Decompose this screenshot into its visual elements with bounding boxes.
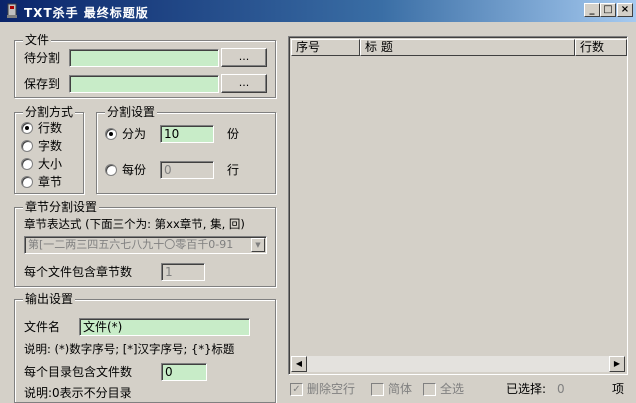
radio-chars[interactable] [21, 140, 33, 152]
select-all-label: 全选 [440, 382, 465, 396]
selected-count-label: 已选择: [506, 382, 547, 396]
app-icon [7, 3, 17, 18]
file-group: 文件 待分割 ... 保存到 ... [14, 33, 276, 98]
split-settings-legend: 分割设置 [105, 105, 158, 119]
radio-chapter-label: 章节 [38, 175, 63, 189]
selected-unit-label: 项 [612, 382, 625, 396]
output-group: 输出设置 文件名 文件(*) 说明: (*)数字序号; [*]汉字序号; {*}… [14, 292, 276, 403]
browse-save-button[interactable]: ... [221, 74, 267, 93]
chapters-per-file-input[interactable]: 1 [161, 263, 205, 281]
chevron-down-icon[interactable]: ▼ [251, 238, 265, 252]
chapter-expr-value: 第[一二两三四五六七八九十〇零百千0-91 [28, 238, 234, 251]
save-label: 保存到 [24, 77, 61, 91]
split-lines-label: 每份 [122, 163, 147, 177]
column-header-title[interactable]: 标 题 [360, 39, 575, 56]
radio-lines[interactable] [21, 122, 33, 134]
source-file-input[interactable] [69, 49, 219, 67]
maximize-button[interactable]: □ [600, 3, 616, 17]
filename-label: 文件名 [24, 320, 61, 334]
chapter-group: 章节分割设置 章节表达式 (下面三个为: 第xx章节, 集, 回) 第[一二两三… [14, 200, 276, 287]
chapter-list[interactable]: 序号 标 题 行数 ◀ ▶ [288, 36, 628, 375]
select-all-checkbox[interactable] [423, 383, 436, 396]
filename-input[interactable]: 文件(*) [79, 318, 250, 336]
delete-empty-lines-checkbox[interactable]: ✓ [290, 383, 303, 396]
files-per-dir-desc: 说明:0表示不分目录 [24, 386, 132, 400]
filename-desc: 说明: (*)数字序号; [*]汉字序号; {*}标题 [24, 342, 235, 356]
window-title: TXT杀手 最终标题版 [24, 6, 149, 20]
browse-source-button[interactable]: ... [221, 48, 267, 67]
lines-unit-label: 行 [227, 163, 240, 177]
chapter-expr-combo[interactable]: 第[一二两三四五六七八九十〇零百千0-91 ▼ [24, 236, 267, 254]
horizontal-scrollbar[interactable]: ◀ ▶ [291, 356, 625, 372]
chapter-expr-label: 章节表达式 (下面三个为: 第xx章节, 集, 回) [24, 217, 245, 231]
radio-split-lines[interactable] [105, 164, 117, 176]
radio-split-parts[interactable] [105, 128, 117, 140]
selected-count-value: 0 [557, 382, 565, 396]
file-group-legend: 文件 [23, 33, 52, 47]
radio-chars-label: 字数 [38, 139, 63, 153]
scroll-right-icon[interactable]: ▶ [609, 356, 625, 372]
close-button[interactable]: × [617, 3, 633, 17]
split-mode-group: 分割方式 行数 字数 大小 章节 [14, 105, 84, 194]
delete-empty-lines-label: 删除空行 [307, 382, 356, 396]
radio-chapter[interactable] [21, 176, 33, 188]
column-header-lines[interactable]: 行数 [575, 39, 627, 56]
save-path-input[interactable] [69, 75, 219, 93]
files-per-dir-label: 每个目录包含文件数 [24, 365, 133, 379]
split-mode-legend: 分割方式 [23, 105, 76, 119]
column-header-index[interactable]: 序号 [291, 39, 360, 56]
simplified-label: 简体 [388, 382, 413, 396]
radio-size[interactable] [21, 158, 33, 170]
split-settings-group: 分割设置 分为 10 份 每份 0 行 [96, 105, 276, 194]
output-legend: 输出设置 [23, 292, 76, 306]
parts-count-input[interactable]: 10 [160, 125, 214, 143]
minimize-button[interactable]: _ [584, 3, 600, 17]
scroll-left-icon[interactable]: ◀ [291, 356, 307, 372]
radio-lines-label: 行数 [38, 121, 63, 135]
simplified-checkbox[interactable] [371, 383, 384, 396]
title-bar[interactable]: TXT杀手 最终标题版 _ □ × [0, 0, 636, 22]
parts-unit-label: 份 [227, 127, 240, 141]
radio-size-label: 大小 [38, 157, 63, 171]
source-label: 待分割 [24, 51, 61, 65]
split-parts-label: 分为 [122, 127, 147, 141]
lines-per-part-input[interactable]: 0 [160, 161, 214, 179]
files-per-dir-input[interactable]: 0 [161, 363, 207, 381]
chapter-legend: 章节分割设置 [23, 200, 100, 214]
chapters-per-file-label: 每个文件包含章节数 [24, 265, 133, 279]
